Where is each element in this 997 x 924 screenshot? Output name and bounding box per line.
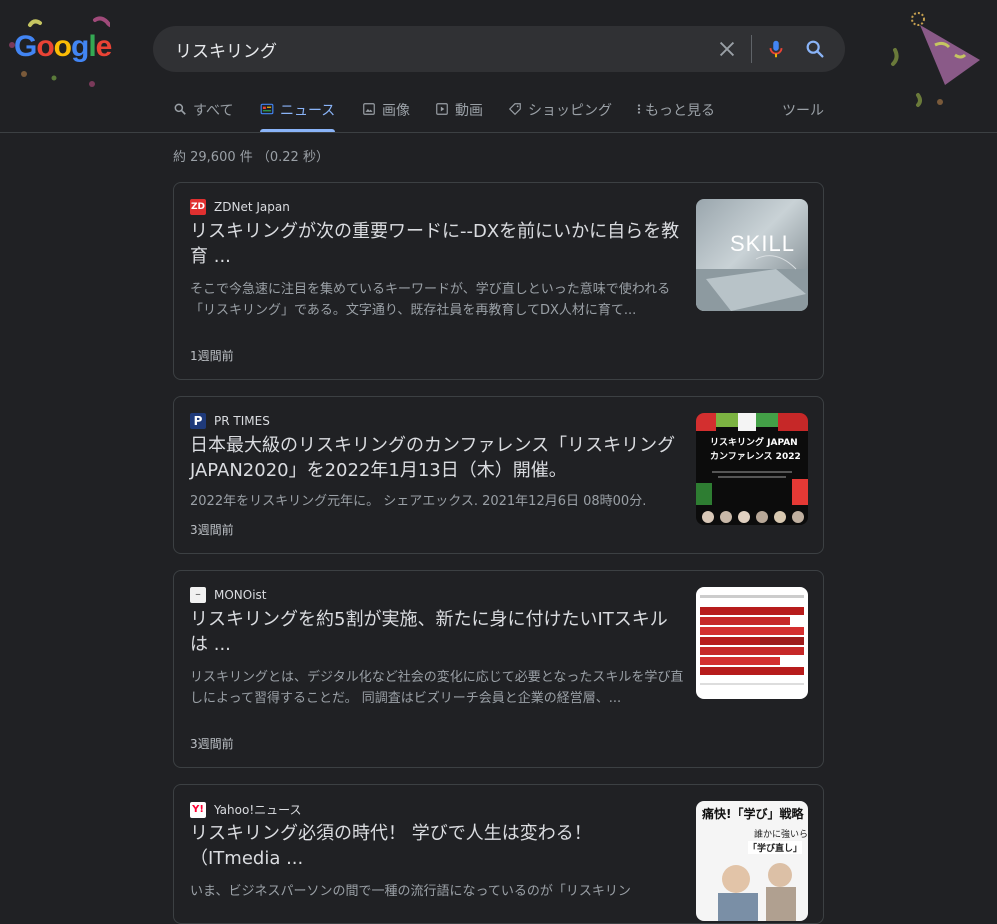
tab-label: 画像 (382, 103, 410, 119)
image-icon (363, 103, 375, 115)
tag-icon (508, 103, 521, 116)
source-name: MONOist (214, 588, 267, 602)
search-box[interactable]: リスキリング (153, 26, 845, 72)
tools-button[interactable]: ツール (782, 100, 824, 120)
news-thumbnail[interactable] (696, 587, 808, 699)
news-source: — MONOist (190, 587, 267, 603)
news-source: ZD ZDNet Japan (190, 199, 290, 215)
google-logo[interactable]: Google (9, 16, 114, 87)
news-icon (260, 103, 274, 115)
news-headline[interactable]: リスキリングを約5割が実施、新たに身に付けたいITスキルは ... (190, 607, 682, 657)
news-thumbnail[interactable]: SKILL (696, 199, 808, 311)
news-age: 3週間前 (190, 737, 234, 751)
news-thumbnail[interactable]: 痛快!「学び」戦略 誰かに強いら 「学び直し」 (696, 801, 808, 921)
search-icon[interactable] (804, 38, 826, 60)
microphone-icon[interactable] (765, 38, 787, 60)
search-separator (751, 35, 752, 63)
source-name: Yahoo!ニュース (214, 803, 302, 817)
news-snippet: いま、ビジネスパーソンの間で一種の流行語になっているのが「リスキリン (190, 884, 631, 899)
tab-label: ニュース (280, 103, 336, 119)
news-snippet: リスキリングとは、デジタル化など社会の変化に応じて必要となったスキルを学び直しに… (190, 670, 684, 706)
news-source: P PR TIMES (190, 413, 270, 429)
news-headline[interactable]: リスキリングが次の重要ワードに--DXを前にいかに自らを教育 ... (190, 219, 682, 269)
tab-more[interactable]: もっと見る (636, 100, 715, 132)
tab-images[interactable]: 画像 (362, 100, 410, 132)
news-headline[interactable]: 日本最大級のリスキリングのカンファレンス「リスキリングJAPAN2020」を20… (190, 433, 682, 483)
tab-label: 動画 (455, 103, 483, 119)
news-card[interactable]: ZD ZDNet Japan リスキリングが次の重要ワードに--DXを前にいかに… (173, 182, 824, 380)
video-icon (436, 103, 448, 115)
logo-text: Google (14, 30, 112, 63)
news-age: 1週間前 (190, 349, 234, 363)
tab-label: ショッピング (528, 103, 612, 119)
news-headline[interactable]: リスキリング必須の時代！ 学びで人生は変わる！（ITmedia ... (190, 821, 682, 871)
tab-label: もっと見る (645, 103, 715, 119)
result-stats: 約 29,600 件 （0.22 秒） (173, 150, 329, 165)
tab-all[interactable]: すべて (173, 100, 233, 132)
clear-icon[interactable] (716, 38, 738, 60)
yahoo-favicon: Y! (190, 801, 206, 818)
zdnet-favicon: ZD (190, 199, 206, 215)
news-card[interactable]: P PR TIMES 日本最大級のリスキリングのカンファレンス「リスキリングJA… (173, 396, 824, 554)
news-snippet: そこで今急速に注目を集めているキーワードが、学び直しといった意味で使われる「リス… (190, 282, 671, 318)
search-icon (174, 103, 186, 115)
more-vert-icon (637, 104, 641, 114)
thumbnail-text: SKILL (730, 231, 795, 256)
prtimes-favicon: P (190, 413, 206, 429)
monoist-favicon: — (190, 587, 206, 603)
thumbnail-subtitle: 誰かに強いら (754, 830, 808, 840)
tab-shopping[interactable]: ショッピング (508, 100, 612, 132)
header-divider (0, 132, 997, 133)
tab-label: すべて (193, 103, 234, 119)
news-card[interactable]: — MONOist リスキリングを約5割が実施、新たに身に付けたいITスキルは … (173, 570, 824, 768)
thumbnail-title: リスキリング JAPAN (710, 438, 798, 448)
tab-news[interactable]: ニュース (260, 100, 336, 132)
news-age: 3週間前 (190, 523, 234, 537)
search-input[interactable]: リスキリング (175, 37, 277, 62)
news-card[interactable]: Y! Yahoo!ニュース リスキリング必須の時代！ 学びで人生は変わる！（IT… (173, 784, 824, 924)
thumbnail-title: 痛快!「学び」戦略 (702, 807, 804, 821)
thumbnail-caption: 「学び直し」 (748, 841, 803, 854)
survey-chart-image (700, 595, 804, 685)
source-name: PR TIMES (214, 414, 270, 428)
news-source: Y! Yahoo!ニュース (190, 801, 302, 818)
conference-banner-image (696, 413, 808, 523)
news-snippet: 2022年をリスキリング元年に。 シェアエックス. 2021年12月6日 08時… (190, 494, 647, 509)
tab-videos[interactable]: 動画 (435, 100, 483, 132)
news-thumbnail[interactable]: リスキリング JAPAN カンファレンス 2022 (696, 413, 808, 525)
party-hat-decoration (891, 12, 980, 107)
logo-confetti (21, 71, 95, 87)
source-name: ZDNet Japan (214, 200, 290, 214)
thumbnail-subtitle: カンファレンス 2022 (710, 452, 801, 462)
